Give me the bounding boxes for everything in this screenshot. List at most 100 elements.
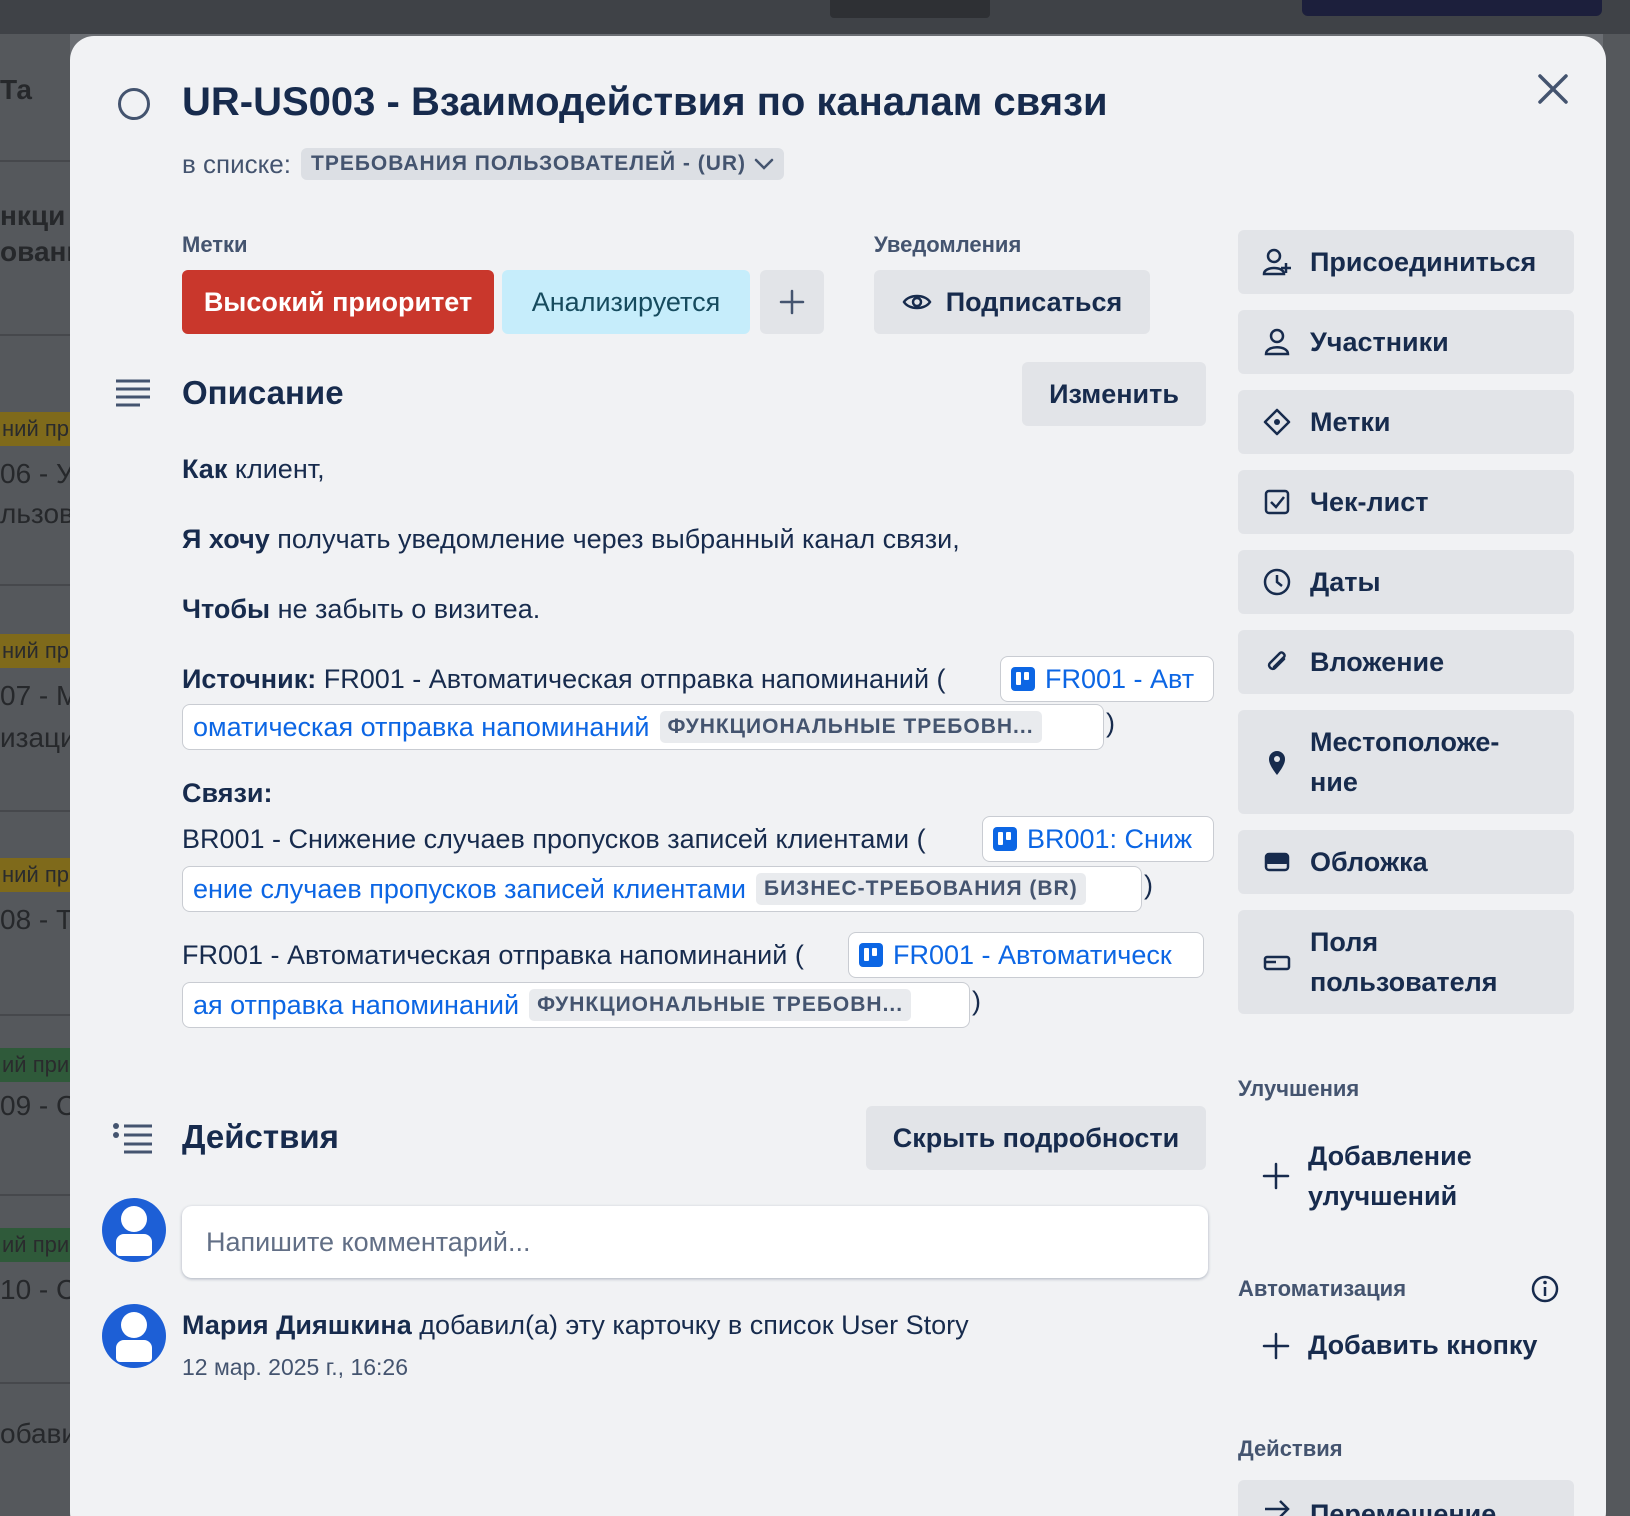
location-pin-icon — [1262, 747, 1292, 777]
dates-button[interactable]: Даты — [1238, 550, 1574, 614]
link-text: FR001 - Авт — [1045, 663, 1195, 694]
board-fragment: овани — [0, 236, 70, 267]
custom-fields-label: Поля пользователя — [1310, 927, 1498, 997]
board-right-column — [1603, 34, 1630, 1516]
trello-board-icon — [1011, 667, 1035, 691]
board-fragment: 09 - С — [0, 1090, 70, 1121]
list-name: ТРЕБОВАНИЯ ПОЛЬЗОВАТЕЛЕЙ - (UR) — [311, 152, 747, 175]
description-line-want: Я хочу получать уведомление через выбран… — [182, 524, 960, 555]
list-location: в списке: ТРЕБОВАНИЯ ПОЛЬЗОВАТЕЛЕЙ - (UR… — [182, 148, 785, 180]
activity-timestamp[interactable]: 12 мар. 2025 г., 16:26 — [182, 1354, 408, 1381]
edit-description-button[interactable]: Изменить — [1022, 362, 1206, 426]
list-chip: БИЗНЕС-ТРЕБОВАНИЯ (BR) — [755, 873, 1086, 905]
watch-button[interactable]: Подписаться — [874, 270, 1150, 334]
add-automation-label: Добавить кнопку — [1308, 1330, 1538, 1360]
activity-text: добавил(а) эту карточку в список User St… — [411, 1310, 969, 1340]
labels-heading: Метки — [182, 232, 248, 257]
bold-text: Источник: — [182, 664, 317, 694]
add-powerups-label: Добавление улучшений — [1308, 1141, 1472, 1211]
paperclip-icon — [1262, 647, 1292, 677]
board-card-label: ий при — [0, 1228, 70, 1262]
board-fragment: 06 - У — [0, 458, 70, 489]
hide-details-button[interactable]: Скрыть подробности — [866, 1106, 1206, 1170]
description-line-source: Источник: FR001 - Автоматическая отправк… — [182, 664, 946, 695]
add-automation-button[interactable]: Добавить кнопку — [1262, 1330, 1537, 1361]
divider — [0, 334, 70, 336]
clock-icon — [1262, 567, 1292, 597]
source-card-link[interactable]: FR001 - Авт — [1000, 656, 1214, 702]
avatar — [102, 1198, 166, 1262]
description-line-so: Чтобы не забыть о визитеа. — [182, 594, 540, 625]
members-label: Участники — [1310, 327, 1449, 357]
arrow-right-icon — [1262, 1494, 1292, 1516]
custom-fields-button[interactable]: Поля пользователя — [1238, 910, 1574, 1014]
link-text: ение случаев пропусков записей клиентами — [193, 873, 746, 904]
labels-label: Метки — [1310, 407, 1391, 437]
labels-button[interactable]: Метки — [1238, 390, 1574, 454]
activity-heading: Действия — [182, 1118, 339, 1155]
checklist-button[interactable]: Чек-лист — [1238, 470, 1574, 534]
br-card-link-continued[interactable]: ение случаев пропусков записей клиентами… — [182, 866, 1142, 912]
close-button[interactable] — [1530, 66, 1576, 112]
user-plus-icon — [1262, 247, 1292, 277]
move-button[interactable]: Перемещение — [1238, 1480, 1574, 1516]
list-selector[interactable]: ТРЕБОВАНИЯ ПОЛЬЗОВАТЕЛЕЙ - (UR) — [301, 148, 785, 180]
divider — [0, 160, 70, 162]
divider — [0, 1194, 70, 1196]
activity-user[interactable]: Мария Дияшкина — [182, 1310, 412, 1340]
board-fragment: 08 - Т — [0, 904, 70, 935]
close-paren: ) — [972, 986, 981, 1016]
bold-text: Чтобы — [182, 594, 271, 624]
eye-icon — [902, 294, 932, 310]
user-icon — [1262, 327, 1292, 357]
watch-button-label: Подписаться — [945, 286, 1123, 317]
comment-input[interactable]: Напишите комментарий... — [182, 1206, 1208, 1278]
board-card-label: ний пр — [0, 634, 70, 668]
description-links-heading: Связи: — [182, 778, 273, 809]
join-button[interactable]: Присоединиться — [1238, 230, 1574, 294]
join-label: Присоединиться — [1310, 247, 1537, 277]
board-header-share-button — [1302, 0, 1602, 16]
board-fragment: льзова — [0, 498, 70, 529]
trello-board-icon — [993, 827, 1017, 851]
members-button[interactable]: Участники — [1238, 310, 1574, 374]
board-fragment: 10 - С — [0, 1274, 70, 1305]
bold-text: Связи: — [182, 778, 273, 808]
activity-entry: Мария Дияшкина добавил(а) эту карточку в… — [182, 1310, 969, 1341]
activity-icon — [113, 1123, 152, 1154]
link-text: оматическая отправка напоминаний — [193, 711, 650, 742]
bold-text: Я хочу — [182, 524, 270, 554]
add-label-button[interactable] — [760, 270, 824, 334]
card-detail-modal: UR-US003 - Взаимодействия по каналам свя… — [70, 36, 1606, 1516]
checkbox-icon — [1262, 487, 1292, 517]
attachment-label: Вложение — [1310, 647, 1445, 677]
board-card-label: ний пр — [0, 858, 70, 892]
plus-icon — [1262, 1332, 1290, 1359]
label-high-priority[interactable]: Высокий приоритет — [182, 270, 494, 334]
br-card-link[interactable]: BR001: Сниж — [982, 816, 1214, 862]
fr-card-link-continued[interactable]: ая отправка напоминаний ФУНКЦИОНАЛЬНЫЕ Т… — [182, 982, 970, 1028]
source-card-link-continued[interactable]: оматическая отправка напоминаний ФУНКЦИО… — [182, 704, 1104, 750]
attachment-button[interactable]: Вложение — [1238, 630, 1574, 694]
description-line-br: BR001 - Снижение случаев пропусков запис… — [182, 824, 926, 854]
card-title[interactable]: UR-US003 - Взаимодействия по каналам свя… — [182, 80, 1108, 125]
board-header — [0, 0, 1630, 34]
automation-heading: Автоматизация — [1238, 1276, 1407, 1301]
avatar — [102, 1304, 166, 1368]
move-label: Перемещение — [1310, 1499, 1497, 1516]
info-icon[interactable] — [1530, 1274, 1560, 1304]
powerups-heading: Улучшения — [1238, 1076, 1360, 1101]
text: не забыть о визитеа. — [270, 594, 541, 624]
card-complete-checkbox[interactable] — [118, 88, 150, 120]
add-powerups-button[interactable]: Добавление улучшений — [1262, 1136, 1472, 1216]
description-heading: Описание — [182, 374, 344, 411]
label-analyzing[interactable]: Анализируется — [502, 270, 750, 334]
fr-card-link[interactable]: FR001 - Автоматическ — [848, 932, 1204, 978]
board-fragment: обави — [0, 1418, 70, 1449]
cover-button[interactable]: Обложка — [1238, 830, 1574, 894]
link-text: BR001: Сниж — [1027, 823, 1193, 854]
close-icon — [1538, 74, 1568, 104]
list-chip: ФУНКЦИОНАЛЬНЫЕ ТРЕБОВН... — [659, 711, 1042, 743]
location-button[interactable]: Местоположе- ние — [1238, 710, 1574, 814]
divider — [0, 810, 70, 812]
